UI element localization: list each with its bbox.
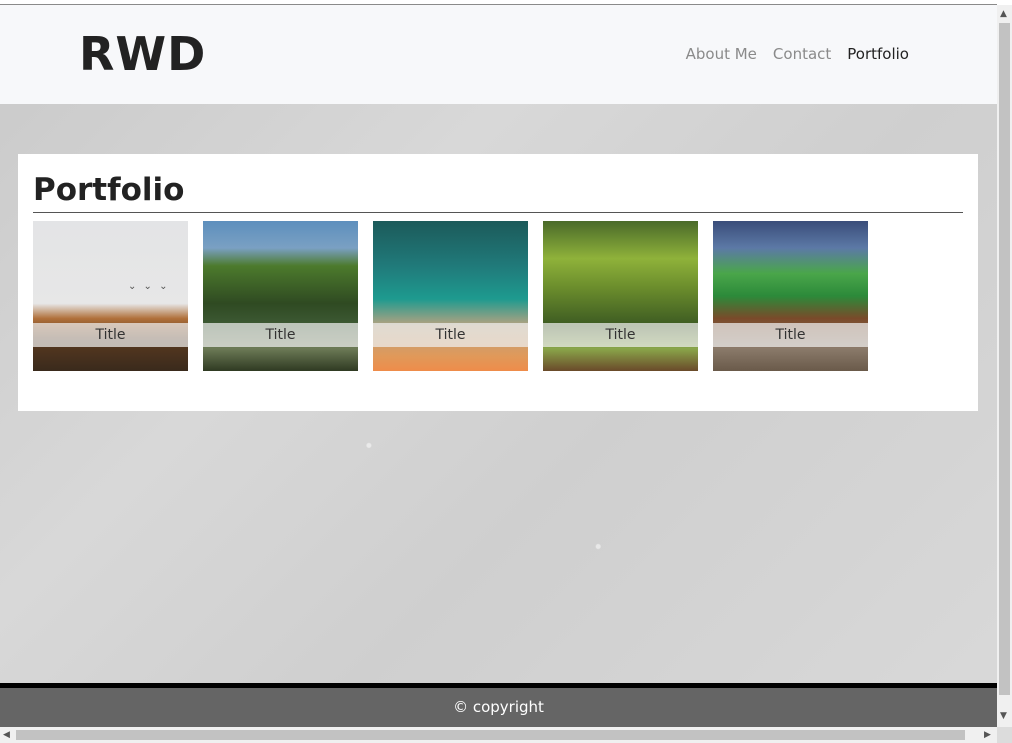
site-header: RWD About Me Contact Portfolio	[0, 5, 997, 104]
scrollbar-corner	[997, 727, 1012, 743]
page-viewport: RWD About Me Contact Portfolio Portfolio…	[0, 5, 997, 727]
item-caption: Title	[543, 323, 698, 347]
scroll-right-arrow-icon[interactable]: ▶	[984, 730, 991, 740]
site-logo[interactable]: RWD	[79, 27, 206, 81]
item-caption: Title	[203, 323, 358, 347]
portfolio-gallery: ⌄ ⌄ ⌄ Title Title Title Title Title	[33, 221, 868, 371]
horizontal-scroll-thumb[interactable]	[16, 730, 965, 740]
item-caption: Title	[33, 323, 188, 347]
scroll-left-arrow-icon[interactable]: ◀	[3, 730, 10, 740]
portfolio-item-5[interactable]: Title	[713, 221, 868, 371]
portfolio-item-4[interactable]: Title	[543, 221, 698, 371]
portfolio-panel: Portfolio ⌄ ⌄ ⌄ Title Title Title Title …	[18, 154, 978, 411]
horizontal-scrollbar[interactable]: ◀ ▶	[0, 727, 997, 743]
vertical-scrollbar[interactable]: ▲ ▼	[997, 5, 1012, 727]
site-footer: © copyright	[0, 683, 997, 727]
page-title: Portfolio	[33, 172, 185, 208]
portfolio-item-1[interactable]: ⌄ ⌄ ⌄ Title	[33, 221, 188, 371]
portfolio-item-3[interactable]: Title	[373, 221, 528, 371]
vertical-scroll-thumb[interactable]	[999, 23, 1010, 695]
scroll-down-arrow-icon[interactable]: ▼	[1000, 711, 1007, 721]
portfolio-item-2[interactable]: Title	[203, 221, 358, 371]
copyright-text: © copyright	[453, 698, 544, 716]
item-caption: Title	[713, 323, 868, 347]
nav-portfolio[interactable]: Portfolio	[847, 45, 909, 63]
nav-about-me[interactable]: About Me	[686, 45, 757, 63]
main-nav: About Me Contact Portfolio	[686, 45, 909, 63]
heading-divider	[33, 212, 963, 213]
birds-decoration: ⌄ ⌄ ⌄	[128, 281, 170, 292]
item-caption: Title	[373, 323, 528, 347]
nav-contact[interactable]: Contact	[773, 45, 831, 63]
scroll-up-arrow-icon[interactable]: ▲	[1000, 9, 1007, 19]
